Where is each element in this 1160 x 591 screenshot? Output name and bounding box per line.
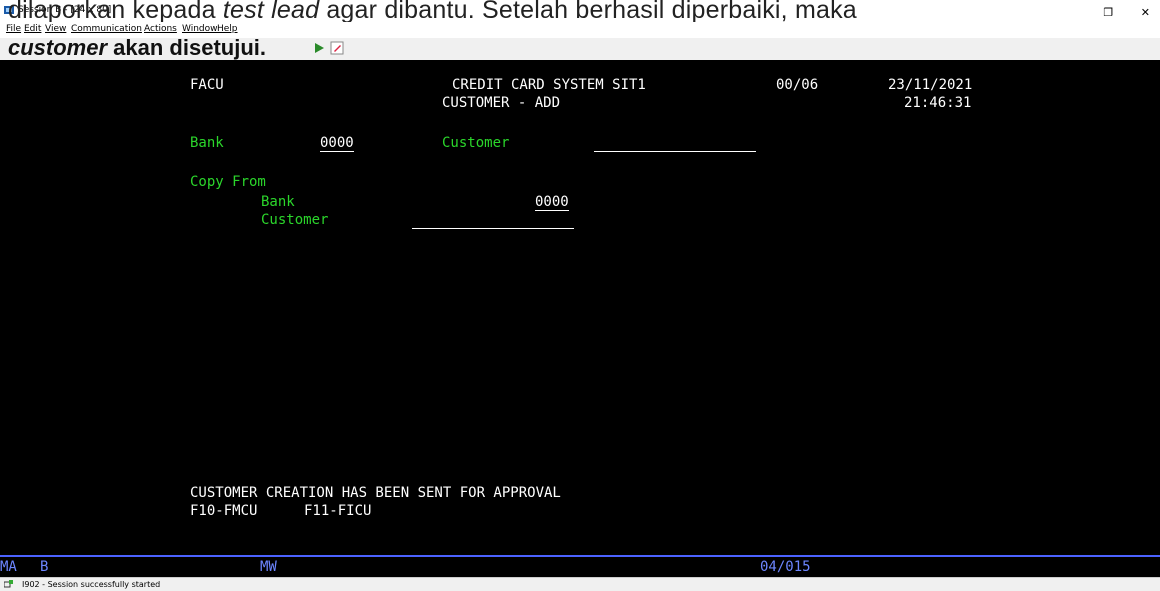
menu-edit[interactable]: Edit [24,24,41,34]
bank-label: Bank [190,135,224,151]
fkey-f11[interactable]: F11-FICU [304,503,371,519]
window-controls: ❐ ✕ [1079,6,1150,19]
screen-title: CUSTOMER - ADD [442,95,561,111]
copy-from-label: Copy From [190,174,266,190]
terminal-screen[interactable]: FACU CREDIT CARD SYSTEM SIT1 00/06 23/11… [0,60,1160,555]
customer-field[interactable] [594,135,756,152]
restore-icon[interactable]: ❐ [1103,6,1113,19]
overlay-text-part: akan disetujui. [107,35,266,60]
menu-view[interactable]: View [45,24,66,34]
operator-info-area: MA B MW 04/015 [0,557,1160,577]
copy-customer-label: Customer [261,212,329,228]
menu-file[interactable]: File [6,24,21,34]
overlay-text-italic: test lead [222,0,320,24]
overlay-text-italic: customer [8,35,108,60]
menu-communication[interactable]: Communication [71,24,142,34]
time: 21:46:31 [904,95,972,111]
status-message: CUSTOMER CREATION HAS BEEN SENT FOR APPR… [190,485,561,501]
oia-mode: MW [260,559,277,575]
customer-label: Customer [442,135,510,151]
oia-session: B [40,559,49,575]
overlay-text-part: agar dibantu. Setelah berhasil diperbaik… [319,0,857,24]
oia-cursor-position: 04/015 [760,559,811,575]
page-indicator: 00/06 [776,77,819,93]
menu-help[interactable]: Help [217,24,238,34]
program-id: FACU [190,77,224,93]
document-overlay-text-2: customer akan disetujui. [8,35,266,61]
fkey-f10[interactable]: F10-FMCU [190,503,257,519]
connection-icon [4,580,13,588]
system-title: CREDIT CARD SYSTEM SIT1 [452,77,646,93]
copy-customer-field[interactable] [412,212,574,229]
date: 23/11/2021 [888,77,973,93]
status-bar: I902 - Session successfully started [0,577,1160,591]
macro-icon[interactable] [330,41,344,55]
status-message: I902 - Session successfully started [22,580,161,589]
menu-actions[interactable]: Actions [144,24,177,34]
menu-window[interactable]: Window [182,24,218,34]
window-titlebar: Session B - [24 x 80] dilaporkan kepada … [0,0,1160,24]
play-icon[interactable] [312,41,326,55]
close-icon[interactable]: ✕ [1141,6,1150,19]
oia-ma: MA [0,559,17,575]
copy-bank-label: Bank [261,194,295,210]
bank-field[interactable]: 0000 [320,135,354,152]
overlay-text-part: dilaporkan kepada [8,0,223,24]
copy-bank-field[interactable]: 0000 [535,194,569,211]
